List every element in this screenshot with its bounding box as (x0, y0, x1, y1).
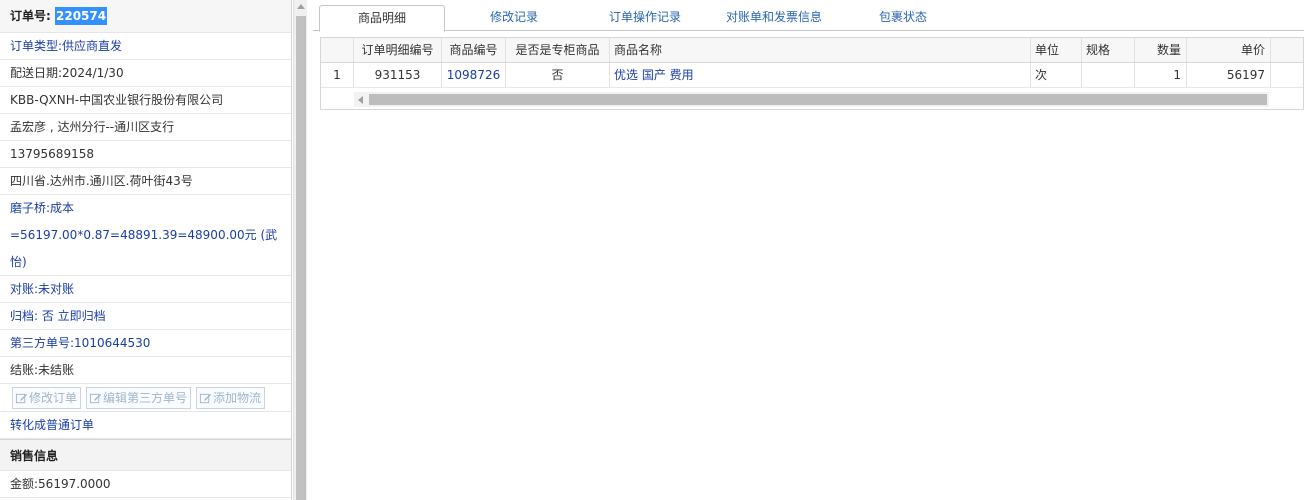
scroll-thumb[interactable] (296, 16, 306, 500)
product-detail-grid: 订单明细编号 商品编号 是否是专柜商品 商品名称 单位 规格 数量 单价 1 9… (320, 37, 1304, 110)
header-unit[interactable]: 单位 (1031, 38, 1082, 62)
tab-product-detail[interactable]: 商品明细 (319, 5, 445, 32)
header-detail-no[interactable]: 订单明细编号 (354, 38, 442, 62)
header-product-name[interactable]: 商品名称 (610, 38, 1031, 62)
edit-icon (199, 393, 212, 403)
third-party-number: 第三方单号:1010644530 (0, 330, 291, 357)
edit-icon (15, 393, 28, 403)
scroll-up-icon[interactable] (297, 4, 305, 9)
edit-order-label: 修改订单 (29, 391, 78, 405)
header-qty[interactable]: 数量 (1135, 38, 1187, 62)
product-name-link[interactable]: 优选 国产 费用 (610, 63, 1031, 87)
delivery-address: 四川省.达州市.通川区.荷叶街43号 (0, 168, 291, 195)
tab-statement-invoice[interactable]: 对账单和发票信息 (713, 5, 835, 31)
order-type: 订单类型:供应商直发 (0, 33, 291, 60)
header-product-no[interactable]: 商品编号 (442, 38, 506, 62)
cost-line-3: 怡) (0, 249, 291, 276)
order-number-value[interactable]: 220574 (55, 7, 108, 25)
add-logistics-label: 添加物流 (213, 391, 262, 405)
table-row[interactable]: 1 931153 1098726 否 优选 国产 费用 次 1 56197 (321, 63, 1303, 88)
edit-third-party-button[interactable]: 编辑第三方单号 (86, 387, 192, 409)
tab-bar: 商品明细 修改记录 订单操作记录 对账单和发票信息 包裹状态 (313, 0, 1304, 32)
price-cell: 56197 (1187, 63, 1271, 87)
tab-edit-log[interactable]: 修改记录 (453, 5, 575, 31)
sales-info-title: 销售信息 (0, 439, 291, 471)
grid-horizontal-scrollbar[interactable] (354, 92, 1269, 107)
phone-number: 13795689158 (0, 141, 291, 168)
order-number-row: 订单号: 220574 (0, 0, 291, 33)
archive-status[interactable]: 归档: 否 立即归档 (0, 303, 291, 330)
reconcile-status[interactable]: 对账:未对账 (0, 276, 291, 303)
edit-icon (89, 393, 102, 403)
detail-no-cell: 931153 (354, 63, 442, 87)
spec-cell (1082, 63, 1135, 87)
header-index (321, 38, 354, 62)
delivery-date: 配送日期:2024/1/30 (0, 60, 291, 87)
is-counter-cell: 否 (506, 63, 610, 87)
company-name: KBB-QXNH-中国农业银行股份有限公司 (0, 87, 291, 114)
header-spec[interactable]: 规格 (1082, 38, 1135, 62)
scroll-left-icon[interactable] (358, 96, 363, 104)
unit-cell: 次 (1031, 63, 1082, 87)
edit-order-button[interactable]: 修改订单 (12, 387, 82, 409)
product-no-link[interactable]: 1098726 (442, 63, 506, 87)
sales-amount: 金额:56197.0000 (0, 471, 291, 498)
qty-cell: 1 (1135, 63, 1187, 87)
settle-status: 结账:未结账 (0, 357, 291, 384)
cost-line-2: =56197.00*0.87=48891.39=48900.00元 (武 (10, 228, 278, 242)
row-index: 1 (321, 63, 354, 87)
grid-header: 订单明细编号 商品编号 是否是专柜商品 商品名称 单位 规格 数量 单价 (321, 38, 1303, 63)
order-number-label: 订单号: (10, 9, 51, 23)
order-info-panel: 订单号: 220574 订单类型:供应商直发 配送日期:2024/1/30 KB… (0, 0, 292, 500)
convert-normal-order-link[interactable]: 转化成普通订单 (0, 412, 291, 439)
header-price[interactable]: 单价 (1187, 38, 1271, 62)
action-buttons: 修改订单 编辑第三方单号 添加物流 (0, 384, 291, 412)
add-logistics-button[interactable]: 添加物流 (196, 387, 266, 409)
tab-order-operation-log[interactable]: 订单操作记录 (581, 5, 709, 31)
header-is-counter[interactable]: 是否是专柜商品 (506, 38, 610, 62)
contact-branch: 孟宏彦 , 达州分行--通川区支行 (0, 114, 291, 141)
left-panel-scrollbar[interactable] (293, 0, 307, 500)
detail-panel: 商品明细 修改记录 订单操作记录 对账单和发票信息 包裹状态 订单明细编号 商品… (313, 0, 1304, 500)
tab-package-status[interactable]: 包裹状态 (843, 5, 963, 31)
horizontal-scroll-thumb[interactable] (369, 94, 1267, 105)
edit-third-party-label: 编辑第三方单号 (103, 391, 188, 405)
cost-line-1: 磨子桥:成本 (10, 201, 75, 215)
